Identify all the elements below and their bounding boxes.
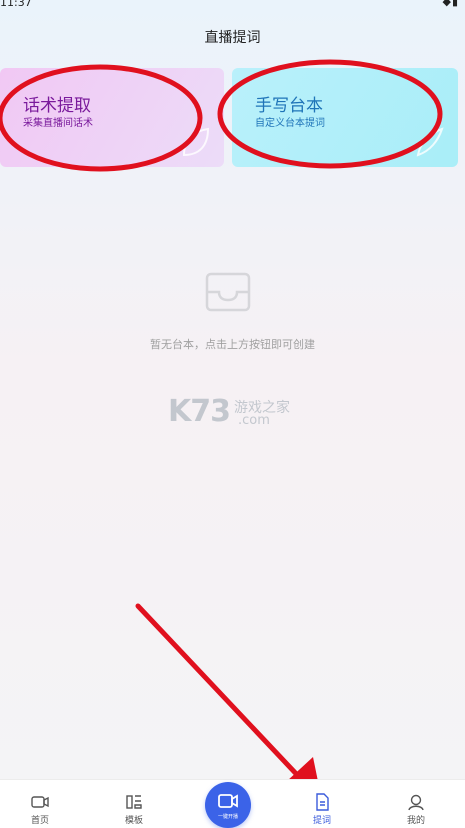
pen-icon (416, 127, 444, 157)
user-icon (408, 794, 424, 811)
template-icon (126, 795, 142, 809)
tab-prompter[interactable]: 提词 (292, 780, 352, 828)
go-live-button[interactable]: 一键开播 (205, 782, 251, 828)
leaf-icon (182, 127, 210, 157)
tab-label: 提词 (312, 816, 331, 826)
watermark-domain: .com (238, 413, 270, 428)
watermark-logo: K73 游戏之家 .com (168, 394, 298, 434)
card-title: 话术提取 (23, 96, 91, 116)
tab-home[interactable]: 首页 (10, 780, 70, 828)
go-live-label: 一键开播 (217, 814, 238, 820)
card-title: 手写台本 (255, 96, 323, 116)
handwrite-script-card[interactable]: 手写台本 自定义台本提词 (232, 68, 458, 167)
card-subtitle: 自定义台本提词 (255, 118, 325, 129)
tab-profile[interactable]: 我的 (386, 780, 446, 828)
card-subtitle: 采集直播间话术 (23, 118, 93, 129)
tab-label: 首页 (30, 816, 49, 826)
tab-label: 模板 (124, 816, 143, 826)
status-bar: 11:37 ◆▮ (0, 0, 465, 10)
video-camera-icon (31, 796, 49, 808)
empty-state-message: 暂无台本，点击上方按钮即可创建 (150, 338, 315, 351)
status-time: 11:37 (0, 0, 32, 9)
tab-templates[interactable]: 模板 (104, 780, 164, 828)
tab-label: 我的 (406, 816, 425, 826)
annotation-arrow-shaft (135, 603, 305, 783)
status-icons: ◆▮ (442, 0, 459, 8)
inbox-icon (205, 272, 251, 312)
video-camera-icon (218, 794, 238, 808)
page-title: 直播提词 (204, 30, 261, 46)
watermark-brand: K73 (168, 394, 231, 429)
document-icon (316, 793, 329, 811)
script-extract-card[interactable]: 话术提取 采集直播间话术 (0, 68, 224, 167)
